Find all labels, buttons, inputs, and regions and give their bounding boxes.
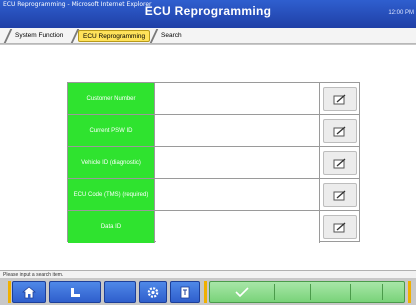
- settings-icon: [147, 286, 159, 298]
- row-label: Customer Number: [68, 83, 155, 114]
- search-form: Customer Number Current PSW ID Vehicle I…: [67, 82, 360, 243]
- row-label: Data ID: [68, 211, 155, 243]
- form-row-current-psw-id: Current PSW ID: [68, 115, 359, 147]
- row-label: Vehicle ID (diagnostic): [68, 147, 155, 178]
- return-button[interactable]: [49, 281, 101, 303]
- toolbar-divider: [408, 281, 411, 303]
- vehicle-id-field[interactable]: [156, 147, 320, 178]
- form-row-data-id: Data ID: [68, 211, 359, 243]
- row-label: ECU Code (TMS) (required): [68, 179, 155, 210]
- app-title: ECU Reprogramming: [144, 4, 272, 18]
- edit-button[interactable]: [323, 151, 357, 175]
- tab-ecu-reprogramming[interactable]: ECU Reprogramming: [78, 30, 151, 42]
- edit-icon: [333, 126, 346, 136]
- edit-button[interactable]: [323, 87, 357, 111]
- edit-button[interactable]: [323, 119, 357, 143]
- toolbar-blank-button[interactable]: [104, 281, 136, 303]
- toolbar-divider: [204, 281, 207, 303]
- title-bar: ECU Reprogramming - Microsoft Internet E…: [0, 0, 416, 28]
- print-icon: [180, 286, 190, 298]
- status-bar: Please input a search item.: [0, 270, 416, 278]
- tab-search[interactable]: Search: [157, 30, 186, 42]
- current-psw-id-field[interactable]: [156, 115, 320, 146]
- form-row-ecu-code: ECU Code (TMS) (required): [68, 179, 359, 211]
- panel-divider: [350, 284, 351, 300]
- edit-button[interactable]: [323, 215, 357, 239]
- edit-icon: [333, 94, 346, 104]
- edit-icon: [333, 190, 346, 200]
- clock: 12:00 PM: [388, 10, 414, 16]
- home-button[interactable]: [12, 281, 46, 303]
- panel-divider: [310, 284, 311, 300]
- customer-number-field[interactable]: [156, 83, 320, 114]
- ecu-code-field[interactable]: [156, 179, 320, 210]
- settings-button[interactable]: [139, 281, 167, 303]
- form-row-customer-number: Customer Number: [68, 83, 359, 115]
- edit-icon: [333, 222, 346, 232]
- tab-system-function[interactable]: System Function: [11, 30, 67, 42]
- row-label: Current PSW ID: [68, 115, 155, 146]
- action-panel: [209, 281, 405, 303]
- panel-divider: [382, 284, 383, 300]
- checkmark-icon: [235, 287, 249, 298]
- edit-icon: [333, 158, 346, 168]
- bottom-toolbar: [0, 278, 416, 305]
- panel-divider: [274, 284, 275, 300]
- confirm-button[interactable]: [212, 284, 272, 300]
- main-content: Customer Number Current PSW ID Vehicle I…: [0, 45, 416, 270]
- tab-bar: System Function ECU Reprogramming Search: [0, 28, 416, 44]
- print-button[interactable]: [170, 281, 200, 303]
- data-id-field[interactable]: [156, 211, 320, 243]
- edit-button[interactable]: [323, 183, 357, 207]
- return-icon: [71, 287, 80, 297]
- home-icon: [22, 285, 36, 298]
- form-row-vehicle-id: Vehicle ID (diagnostic): [68, 147, 359, 179]
- toolbar-divider: [8, 281, 11, 303]
